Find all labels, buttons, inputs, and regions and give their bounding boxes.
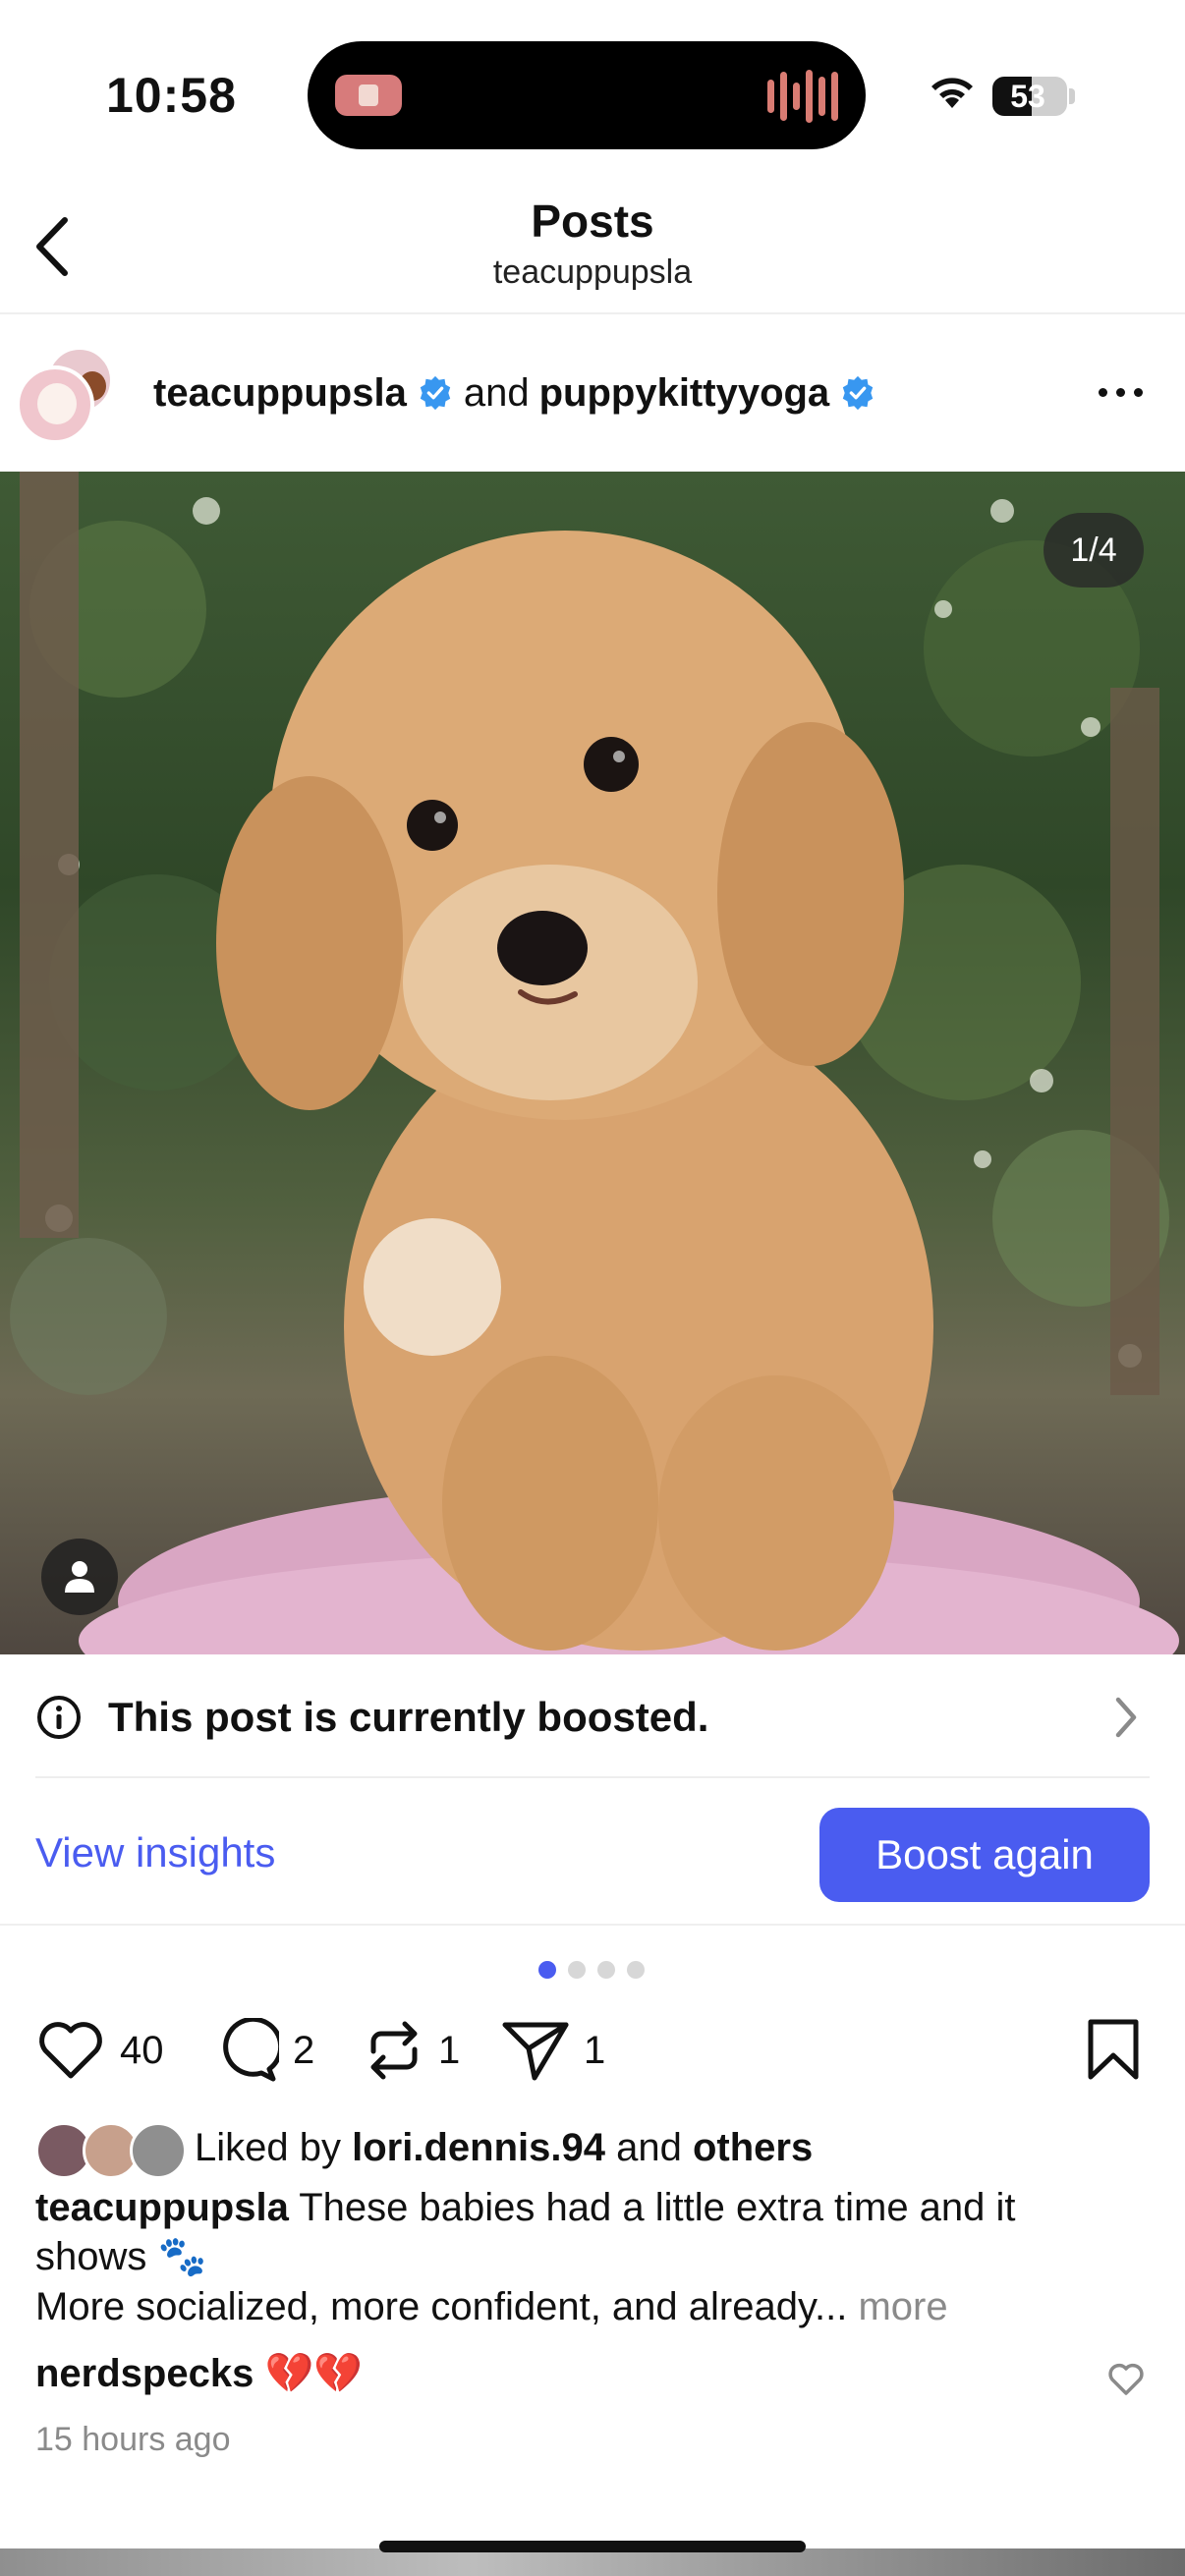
post-timestamp: 15 hours ago xyxy=(35,2421,231,2458)
tagged-users-button[interactable] xyxy=(41,1539,118,1615)
banner-divider xyxy=(35,1776,1150,1778)
author-username[interactable]: teacuppupsla xyxy=(153,371,407,416)
comment-icon xyxy=(223,2018,279,2082)
author-avatar[interactable] xyxy=(16,365,94,444)
boosted-banner[interactable]: This post is currently boosted. xyxy=(0,1656,1185,1776)
screen: 10:58 53 Posts teacuppupsla teacuppupsla… xyxy=(0,0,1185,2576)
caption-continuation: More socialized, more confident, and alr… xyxy=(35,2285,948,2329)
heart-icon xyxy=(39,2022,102,2079)
comment-count: 2 xyxy=(293,2028,315,2072)
post-caption: teacuppupsla These babies had a little e… xyxy=(35,2183,1136,2281)
battery-tip xyxy=(1069,88,1075,104)
wifi-icon xyxy=(931,78,973,108)
caption-line-2: More socialized, more confident, and alr… xyxy=(35,2285,848,2328)
page-title: Posts xyxy=(531,196,654,247)
carousel-dot xyxy=(627,1961,645,1979)
comment-preview[interactable]: nerdspecks 💔💔 xyxy=(35,2350,363,2396)
now-playing-thumbnail xyxy=(335,75,402,116)
liked-by-prefix: Liked by xyxy=(195,2126,341,2169)
carousel-dot-active xyxy=(538,1961,556,1979)
dynamic-island[interactable] xyxy=(308,41,866,149)
comment-username[interactable]: nerdspecks xyxy=(35,2352,254,2395)
liked-by-text[interactable]: Liked by lori.dennis.94 and others xyxy=(195,2126,813,2170)
caption-username[interactable]: teacuppupsla xyxy=(35,2186,289,2229)
status-time: 10:58 xyxy=(106,68,237,123)
post-authors: teacuppupsla and puppykittyyoga xyxy=(153,364,876,422)
comment-heart-icon[interactable] xyxy=(1106,2362,1146,2397)
next-post-preview xyxy=(0,2548,1185,2576)
carousel-dot xyxy=(568,1961,586,1979)
puppy-photo xyxy=(10,472,1179,1654)
person-icon xyxy=(65,1561,94,1593)
send-icon xyxy=(502,2022,569,2081)
boosted-message: This post is currently boosted. xyxy=(108,1694,709,1740)
author-joiner: and xyxy=(463,370,530,415)
bookmark-icon[interactable] xyxy=(1085,2018,1142,2081)
liked-by-user[interactable]: lori.dennis.94 xyxy=(352,2126,605,2169)
share-action[interactable]: 1 xyxy=(501,2016,605,2085)
caption-more-link[interactable]: more xyxy=(858,2285,947,2328)
post-image[interactable] xyxy=(0,472,1185,1654)
repost-icon xyxy=(370,2021,418,2080)
verified-badge-icon xyxy=(420,375,451,411)
audio-wave-icon xyxy=(767,69,838,124)
boost-again-button[interactable]: Boost again xyxy=(819,1808,1150,1902)
verified-badge-icon xyxy=(842,375,874,411)
chevron-right-icon xyxy=(1115,1697,1137,1738)
collaborator-username[interactable]: puppykittyyoga xyxy=(539,371,830,416)
battery-icon: 53 xyxy=(992,77,1067,116)
like-count: 40 xyxy=(120,2028,164,2072)
liked-by-others[interactable]: others xyxy=(693,2126,813,2169)
carousel-indicator xyxy=(538,1961,645,1979)
battery-level: 53 xyxy=(1010,79,1045,114)
share-count: 1 xyxy=(584,2028,606,2072)
home-indicator[interactable] xyxy=(379,2541,806,2552)
carousel-dot xyxy=(597,1961,615,1979)
liked-by-joiner: and xyxy=(616,2126,682,2169)
comment-action[interactable]: 2 xyxy=(214,2016,314,2085)
repost-count: 1 xyxy=(438,2028,461,2072)
header-divider xyxy=(0,312,1185,314)
comment-text: 💔💔 xyxy=(264,2352,364,2395)
boost-section-divider xyxy=(0,1924,1185,1926)
view-insights-link[interactable]: View insights xyxy=(35,1829,275,1876)
more-options-button[interactable] xyxy=(1091,375,1150,409)
info-icon xyxy=(37,1696,81,1739)
repost-action[interactable]: 1 xyxy=(364,2016,460,2085)
liker-avatar[interactable] xyxy=(130,2122,187,2179)
like-action[interactable]: 40 xyxy=(35,2016,164,2085)
image-counter: 1/4 xyxy=(1044,513,1144,588)
page-subtitle: teacuppupsla xyxy=(492,253,693,291)
